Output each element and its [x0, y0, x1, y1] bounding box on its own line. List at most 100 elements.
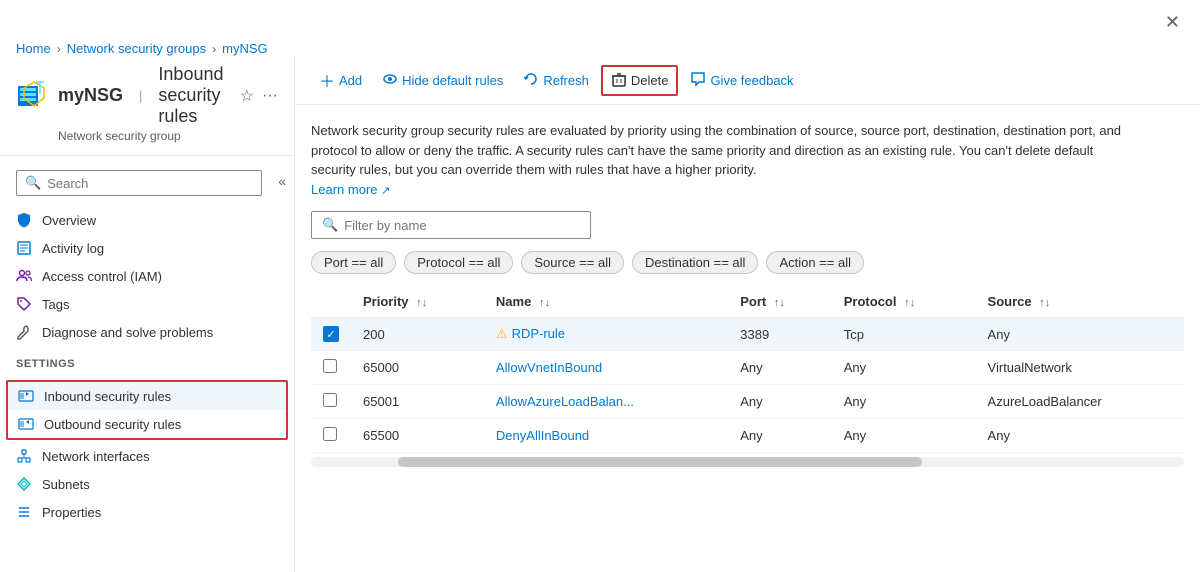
sidebar-search[interactable]: 🔍	[16, 170, 262, 196]
name-col-label: Name	[496, 294, 531, 309]
breadcrumb-current: myNSG	[222, 41, 268, 56]
inbound-icon	[18, 388, 34, 404]
refresh-button[interactable]: Refresh	[515, 67, 597, 94]
breadcrumb-nsg[interactable]: Network security groups	[67, 41, 206, 56]
sidebar-item-network-interfaces[interactable]: Network interfaces	[0, 442, 294, 470]
sidebar-item-inbound[interactable]: Inbound security rules	[8, 382, 286, 410]
protocol-sort[interactable]: ↑↓	[904, 297, 915, 309]
hide-default-button[interactable]: Hide default rules	[374, 67, 511, 94]
breadcrumb-home[interactable]: Home	[16, 41, 51, 56]
sidebar-item-iam[interactable]: Access control (IAM)	[0, 262, 294, 290]
header-priority[interactable]: Priority ↑↓	[351, 286, 484, 318]
chip-port[interactable]: Port == all	[311, 251, 396, 274]
resource-pipe: |	[139, 88, 142, 103]
rule-name-link[interactable]: AllowVnetInBound	[496, 360, 602, 375]
properties-icon	[16, 504, 32, 520]
sidebar-item-tags[interactable]: Tags	[0, 290, 294, 318]
filter-chips: Port == all Protocol == all Source == al…	[311, 251, 1184, 274]
row-name[interactable]: ⚠RDP-rule	[484, 318, 728, 351]
info-text: Network security group security rules ar…	[311, 121, 1131, 199]
priority-sort[interactable]: ↑↓	[416, 297, 427, 309]
row-checkbox-cell[interactable]	[311, 351, 351, 385]
row-protocol: Tcp	[832, 318, 976, 351]
header-protocol[interactable]: Protocol ↑↓	[832, 286, 976, 318]
rules-table: Priority ↑↓ Name ↑↓ Port ↑↓	[311, 286, 1184, 453]
activity-log-label: Activity log	[42, 241, 104, 256]
sidebar-item-diagnose[interactable]: Diagnose and solve problems	[0, 318, 294, 346]
port-sort[interactable]: ↑↓	[774, 297, 785, 309]
port-col-label: Port	[740, 294, 766, 309]
filter-input[interactable]	[344, 218, 580, 233]
learn-more-link[interactable]: Learn more ↗	[311, 182, 390, 197]
table-row: 65001AllowAzureLoadBalan...AnyAnyAzureLo…	[311, 385, 1184, 419]
sidebar-item-subnets[interactable]: Subnets	[0, 470, 294, 498]
sidebar-item-outbound[interactable]: Outbound security rules	[8, 410, 286, 438]
checked-checkbox[interactable]: ✓	[323, 326, 339, 342]
close-button[interactable]: ✕	[1157, 8, 1188, 37]
iam-label: Access control (IAM)	[42, 269, 162, 284]
search-input[interactable]	[47, 176, 253, 191]
header-port[interactable]: Port ↑↓	[728, 286, 831, 318]
header-source[interactable]: Source ↑↓	[976, 286, 1184, 318]
rule-name-link[interactable]: DenyAllInBound	[496, 428, 589, 443]
settings-section: Settings	[0, 346, 294, 378]
chip-action[interactable]: Action == all	[766, 251, 864, 274]
row-port: Any	[728, 351, 831, 385]
chip-destination[interactable]: Destination == all	[632, 251, 758, 274]
row-checkbox[interactable]	[323, 359, 337, 373]
horizontal-scrollbar[interactable]	[311, 457, 1184, 467]
sidebar-item-activity-log[interactable]: Activity log	[0, 234, 294, 262]
breadcrumb-sep-2: ›	[212, 42, 216, 56]
learn-more-label: Learn more	[311, 182, 377, 197]
resource-title: myNSG | Inbound security rules ☆ ···	[16, 64, 278, 127]
row-port: Any	[728, 419, 831, 453]
rule-name-link[interactable]: RDP-rule	[512, 326, 565, 341]
feedback-button[interactable]: Give feedback	[682, 67, 801, 94]
row-checkbox[interactable]	[323, 427, 337, 441]
row-name[interactable]: AllowAzureLoadBalan...	[484, 385, 728, 419]
rule-name-link[interactable]: AllowAzureLoadBalan...	[496, 394, 634, 409]
nsg-icon	[16, 80, 48, 112]
outbound-icon	[18, 416, 34, 432]
name-sort[interactable]: ↑↓	[539, 297, 550, 309]
refresh-label: Refresh	[543, 73, 589, 88]
add-button[interactable]: ＋ Add	[311, 64, 370, 96]
row-name[interactable]: DenyAllInBound	[484, 419, 728, 453]
row-checkbox[interactable]	[323, 393, 337, 407]
resource-subtitle: Network security group	[58, 129, 278, 143]
header-name[interactable]: Name ↑↓	[484, 286, 728, 318]
chip-protocol[interactable]: Protocol == all	[404, 251, 513, 274]
outbound-label: Outbound security rules	[44, 417, 181, 432]
scrollbar-thumb[interactable]	[398, 457, 922, 467]
more-button[interactable]: ···	[262, 87, 278, 105]
favorite-button[interactable]: ☆	[240, 86, 254, 106]
row-priority: 65001	[351, 385, 484, 419]
overview-label: Overview	[42, 213, 96, 228]
filter-search-box[interactable]: 🔍	[311, 211, 591, 239]
sidebar-header: myNSG | Inbound security rules ☆ ··· Net…	[0, 56, 294, 156]
row-source: VirtualNetwork	[976, 351, 1184, 385]
external-link-icon: ↗	[381, 185, 390, 197]
shield-icon	[16, 212, 32, 228]
table-row: 65500DenyAllInBoundAnyAnyAny	[311, 419, 1184, 453]
row-checkbox-cell[interactable]: ✓	[311, 318, 351, 351]
sidebar-item-overview[interactable]: Overview	[0, 206, 294, 234]
row-name[interactable]: AllowVnetInBound	[484, 351, 728, 385]
collapse-button[interactable]: «	[278, 173, 286, 189]
table-header-row: Priority ↑↓ Name ↑↓ Port ↑↓	[311, 286, 1184, 318]
delete-button[interactable]: Delete	[601, 65, 679, 96]
feedback-icon	[690, 71, 706, 90]
source-sort[interactable]: ↑↓	[1039, 297, 1050, 309]
network-interfaces-label: Network interfaces	[42, 449, 150, 464]
row-checkbox-cell[interactable]	[311, 385, 351, 419]
row-checkbox-cell[interactable]	[311, 419, 351, 453]
chip-source[interactable]: Source == all	[521, 251, 624, 274]
row-protocol: Any	[832, 419, 976, 453]
table-row: 65000AllowVnetInBoundAnyAnyVirtualNetwor…	[311, 351, 1184, 385]
breadcrumb: Home › Network security groups › myNSG	[0, 37, 1200, 56]
hide-label: Hide default rules	[402, 73, 503, 88]
header-checkbox-cell	[311, 286, 351, 318]
properties-label: Properties	[42, 505, 101, 520]
info-text-content: Network security group security rules ar…	[311, 123, 1121, 177]
sidebar-item-properties[interactable]: Properties	[0, 498, 294, 526]
